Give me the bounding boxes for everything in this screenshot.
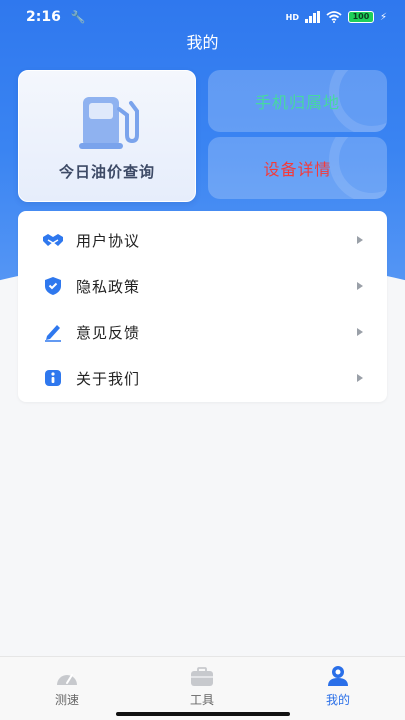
- menu-item-about-us[interactable]: 关于我们: [18, 356, 387, 400]
- wifi-icon: [326, 11, 342, 23]
- menu-item-label: 隐私政策: [76, 277, 141, 296]
- wrench-icon: 🔧: [70, 10, 86, 24]
- tab-speed-test[interactable]: 测速: [17, 663, 117, 707]
- charging-icon: ⚡: [379, 11, 387, 23]
- battery-icon: 100: [347, 11, 374, 23]
- tab-label: 工具: [189, 693, 214, 707]
- battery-level: 100: [352, 12, 370, 21]
- menu-item-label: 意见反馈: [76, 323, 141, 342]
- shield-icon: [42, 275, 64, 297]
- tab-label: 测速: [54, 693, 79, 707]
- fuel-price-card[interactable]: 今日油价查询: [18, 70, 196, 202]
- chevron-right-icon: [357, 374, 363, 382]
- handshake-icon: [42, 229, 64, 251]
- settings-menu: 用户协议 隐私政策 意见反馈 关于我们: [18, 211, 387, 402]
- menu-item-feedback[interactable]: 意见反馈: [18, 310, 387, 354]
- phone-location-card[interactable]: 手机归属地: [208, 70, 387, 132]
- pen-icon: [42, 321, 64, 343]
- tab-tools[interactable]: 工具: [152, 663, 252, 707]
- menu-item-label: 用户协议: [76, 231, 141, 250]
- status-time: 2:16: [26, 9, 61, 25]
- fuel-price-label: 今日油价查询: [58, 163, 155, 181]
- toolbox-icon: [191, 667, 213, 686]
- home-indicator[interactable]: [116, 712, 290, 716]
- menu-item-label: 关于我们: [76, 369, 141, 388]
- chevron-right-icon: [357, 236, 363, 244]
- page-title: 我的: [186, 33, 219, 52]
- speedometer-icon: [57, 674, 77, 685]
- tab-mine[interactable]: 我的: [288, 663, 388, 707]
- chevron-right-icon: [357, 328, 363, 336]
- menu-item-privacy-policy[interactable]: 隐私政策: [18, 264, 387, 308]
- phone-location-label: 手机归属地: [254, 93, 340, 112]
- device-details-card[interactable]: 设备详情: [208, 137, 387, 199]
- status-bar: 2:16 🔧 HD 100 ⚡: [0, 0, 405, 34]
- device-details-label: 设备详情: [263, 160, 332, 179]
- signal-icon: [304, 11, 320, 23]
- bottom-tab-bar: 测速 工具 我的: [0, 656, 405, 720]
- fuel-pump-icon: [79, 97, 139, 149]
- network-type: HD: [285, 12, 299, 22]
- user-icon: [328, 666, 348, 686]
- menu-item-user-agreement[interactable]: 用户协议: [18, 218, 387, 262]
- tab-label: 我的: [325, 693, 350, 707]
- status-indicators: HD 100 ⚡: [286, 11, 387, 23]
- chevron-right-icon: [357, 282, 363, 290]
- card-decoration: [329, 137, 387, 199]
- info-icon: [42, 367, 64, 389]
